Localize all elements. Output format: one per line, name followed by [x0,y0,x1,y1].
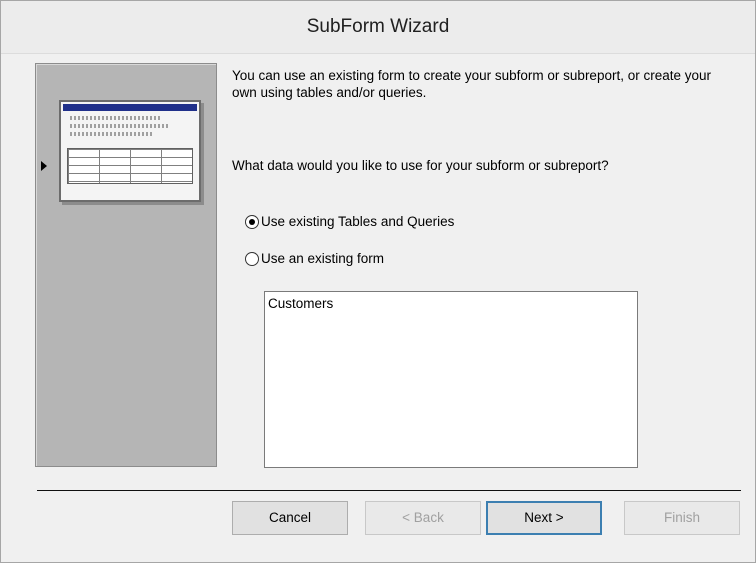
preview-header-bar [63,104,197,111]
radio-use-existing-form[interactable] [245,252,259,266]
footer-separator [37,490,741,491]
cancel-button[interactable]: Cancel [232,501,348,535]
intro-text: You can use an existing form to create y… [232,68,711,100]
next-button[interactable]: Next > [486,501,602,535]
title-bar: SubForm Wizard [1,1,755,54]
radio-label-existing-form[interactable]: Use an existing form [261,250,384,267]
back-button[interactable]: < Back [365,501,481,535]
form-preview-icon [59,100,201,202]
preview-datasheet-grid [67,148,193,184]
window-title: SubForm Wizard [306,16,450,37]
subform-wizard-dialog: SubForm Wizard You can use an existing f… [0,0,756,563]
preview-field-line [70,132,154,136]
wizard-illustration-panel [35,63,217,467]
radio-use-tables-queries[interactable] [245,215,259,229]
preview-field-line [70,124,170,128]
preview-field-line [70,116,162,120]
radio-label-tables-queries[interactable]: Use existing Tables and Queries [261,213,454,230]
question-text: What data would you like to use for your… [232,158,609,173]
finish-button[interactable]: Finish [624,501,740,535]
existing-forms-listbox[interactable]: Customers [264,291,638,468]
list-item[interactable]: Customers [268,295,333,312]
pointer-arrow-icon [41,161,47,171]
